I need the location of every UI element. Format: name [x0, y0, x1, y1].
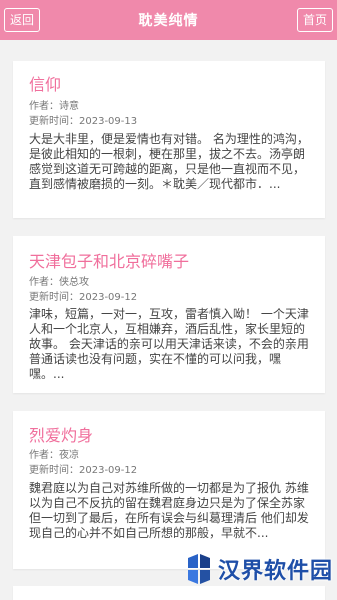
back-button[interactable]: 返回 — [4, 8, 41, 32]
story-title[interactable]: 天津包子和北京碎嘴子 — [29, 252, 189, 272]
home-button[interactable]: 首页 — [296, 8, 333, 32]
story-author: 作者：诗意 — [29, 101, 79, 112]
story-card[interactable]: 烈爱灼身 作者：夜凉 更新时间：2023-09-12 魏君庭以为自己对苏维所做的… — [13, 411, 325, 569]
story-card[interactable] — [13, 586, 325, 600]
story-author: 作者：侠总攻 — [29, 277, 89, 288]
story-excerpt: 津味，短篇，一对一，互攻，雷者慎入呦！ 一个天津人和一个北京人，互相嫌弃，酒后乱… — [29, 307, 309, 381]
story-excerpt: 魏君庭以为自己对苏维所做的一切都是为了报仇 苏维以为自己不反抗的留在魏君庭身边只… — [29, 481, 309, 540]
story-title[interactable]: 烈爱灼身 — [29, 426, 93, 446]
story-card[interactable]: 天津包子和北京碎嘴子 作者：侠总攻 更新时间：2023-09-12 津味，短篇，… — [13, 236, 325, 393]
story-card[interactable]: 信仰 作者：诗意 更新时间：2023-09-13 大是大非里，便是爱情也有对错。… — [13, 61, 325, 218]
story-updated: 更新时间：2023-09-13 — [29, 116, 138, 127]
page-title: 耽美纯情 — [138, 13, 199, 29]
story-excerpt: 大是大非里，便是爱情也有对错。 名为理性的鸿沟，是彼此相知的一根刺，梗在那里，拔… — [29, 132, 309, 191]
story-author: 作者：夜凉 — [29, 450, 79, 461]
story-title[interactable]: 信仰 — [29, 75, 61, 95]
page: 返回 耽美纯情 首页 信仰 作者：诗意 更新时间：2023-09-13 大是大非… — [0, 0, 337, 600]
watermark-logo-icon — [188, 554, 210, 584]
story-updated: 更新时间：2023-09-12 — [29, 292, 138, 303]
story-updated: 更新时间：2023-09-12 — [29, 465, 138, 476]
top-bar: 返回 耽美纯情 首页 — [0, 0, 337, 40]
site-watermark: 汉界软件园 — [184, 552, 333, 586]
watermark-text: 汉界软件园 — [218, 559, 334, 584]
